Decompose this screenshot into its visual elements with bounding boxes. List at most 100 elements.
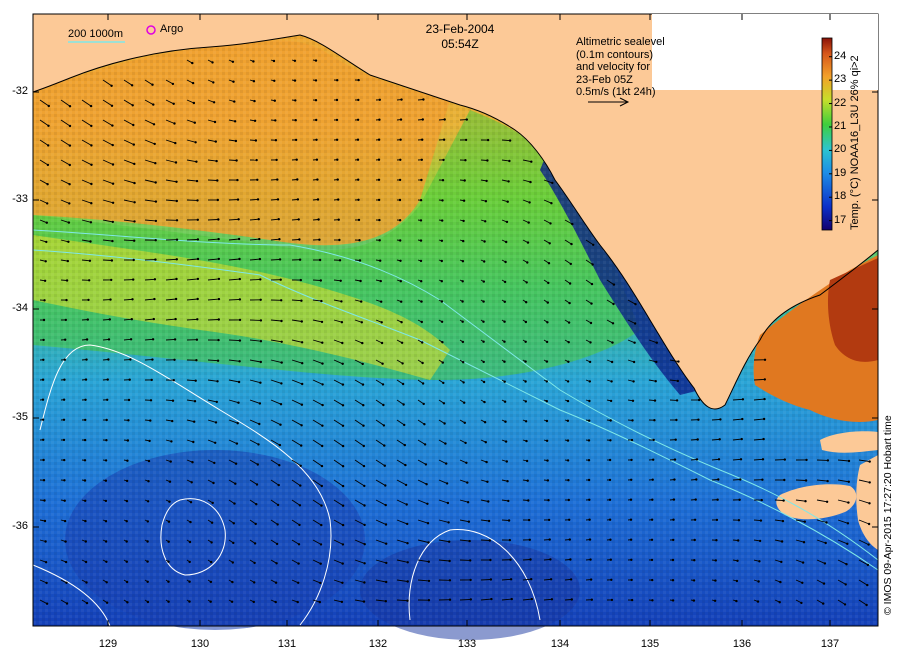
velocity-arrow-head: [68, 105, 72, 108]
velocity-arrow-head: [298, 504, 302, 507]
velocity-arrow-head: [154, 181, 157, 184]
velocity-arrow-head: [238, 360, 241, 363]
velocity-arrow-head: [259, 381, 262, 384]
velocity-arrow-head: [44, 260, 47, 263]
velocity-arrow-head: [357, 218, 361, 222]
velocity-arrow: [711, 418, 721, 421]
velocity-arrow-head: [234, 462, 238, 465]
velocity-arrow-head: [545, 439, 549, 442]
velocity-arrow-head: [316, 178, 319, 181]
velocity-arrow-head: [379, 259, 382, 262]
velocity-arrow-head: [294, 99, 297, 102]
velocity-arrow-head: [406, 561, 409, 564]
velocity-arrow-head: [154, 258, 157, 261]
velocity-arrow-head: [357, 178, 360, 181]
velocity-arrow-head: [105, 439, 108, 442]
velocity-arrow-head: [823, 562, 827, 565]
velocity-arrow-head: [63, 338, 67, 341]
velocity-arrow-head: [421, 341, 424, 344]
velocity-arrow-head: [300, 424, 303, 427]
velocity-arrow-head: [489, 558, 492, 562]
velocity-arrow-head: [506, 480, 509, 483]
velocity-arrow-head: [278, 443, 282, 447]
velocity-arrow-head: [46, 183, 49, 186]
velocity-arrow-head: [297, 218, 300, 221]
velocity-arrow-head: [441, 179, 445, 182]
velocity-arrow-head: [83, 479, 87, 482]
velocity-arrow-head: [469, 598, 472, 601]
velocity-arrow: [228, 298, 240, 301]
velocity-arrow-head: [524, 380, 527, 383]
velocity-arrow-head: [341, 424, 345, 427]
velocity-arrow-head: [130, 84, 134, 87]
velocity-arrow-head: [377, 138, 381, 141]
velocity-arrow-head: [652, 458, 655, 461]
velocity-arrow-head: [739, 458, 743, 461]
velocity-arrow-head: [63, 378, 66, 381]
velocity-arrow-head: [125, 520, 128, 523]
velocity-arrow-head: [448, 598, 452, 601]
velocity-arrow-head: [632, 380, 635, 383]
velocity-arrow-head: [252, 600, 255, 604]
velocity-arrow-head: [152, 123, 156, 126]
velocity-arrow-head: [467, 520, 471, 523]
velocity-arrow-head: [132, 123, 135, 127]
velocity-arrow-head: [212, 101, 216, 104]
velocity-arrow-head: [45, 581, 48, 585]
velocity-arrow-head: [403, 443, 406, 447]
velocity-arrow-head: [259, 360, 262, 364]
velocity-arrow-head: [341, 383, 345, 386]
velocity-arrow-head: [783, 458, 786, 461]
velocity-arrow-head: [133, 239, 136, 242]
velocity-arrow-head: [195, 338, 199, 341]
velocity-arrow-head: [340, 300, 343, 303]
velocity-arrow-head: [167, 580, 170, 583]
velocity-arrow-head: [169, 460, 172, 463]
velocity-arrow-head: [212, 481, 215, 485]
velocity-arrow: [480, 539, 490, 541]
x-tick-label: 136: [732, 638, 752, 650]
velocity-arrow-head: [443, 422, 446, 425]
velocity-arrow-head: [256, 198, 260, 201]
velocity-arrow-head: [612, 283, 616, 286]
velocity-arrow-head: [651, 478, 654, 481]
velocity-arrow: [480, 579, 491, 581]
velocity-arrow-head: [293, 59, 297, 62]
velocity-arrow-head: [630, 598, 634, 602]
velocity-arrow-head: [129, 338, 133, 341]
velocity-arrow-head: [610, 380, 613, 383]
velocity-arrow-head: [547, 262, 551, 265]
colorbar-tick-label: 24: [834, 49, 847, 62]
velocity-arrow-head: [153, 297, 156, 301]
velocity-arrow-head: [238, 318, 242, 322]
velocity-arrow-head: [152, 103, 155, 106]
velocity-arrow-head: [761, 458, 765, 461]
velocity-arrow-head: [63, 519, 67, 523]
velocity-arrow-head: [252, 80, 256, 83]
velocity-arrow-head: [588, 380, 591, 383]
velocity-arrow-head: [238, 257, 241, 261]
velocity-arrow-head: [566, 380, 570, 383]
velocity-arrow-head: [171, 419, 174, 423]
velocity-arrow-head: [335, 98, 339, 102]
velocity-arrow-head: [167, 540, 170, 543]
velocity-arrow-head: [419, 259, 423, 263]
velocity-arrow-head: [301, 382, 304, 386]
velocity-arrow-head: [485, 460, 488, 464]
velocity-arrow-head: [482, 360, 485, 364]
velocity-arrow-head: [84, 418, 87, 422]
velocity-arrow-head: [528, 201, 531, 204]
velocity-arrow-head: [503, 320, 506, 323]
velocity-arrow-head: [85, 581, 88, 584]
velocity-arrow-head: [196, 238, 200, 241]
velocity-arrow-head: [233, 120, 237, 123]
velocity-arrow-head: [341, 341, 344, 345]
velocity-arrow-head: [174, 317, 177, 321]
velocity-arrow-head: [104, 479, 108, 482]
velocity-arrow-head: [90, 144, 93, 147]
velocity-arrow-head: [174, 161, 178, 164]
velocity-arrow-head: [175, 277, 178, 281]
velocity-arrow-head: [385, 542, 388, 545]
x-tick-label: 135: [640, 638, 660, 650]
velocity-arrow-head: [336, 178, 339, 181]
